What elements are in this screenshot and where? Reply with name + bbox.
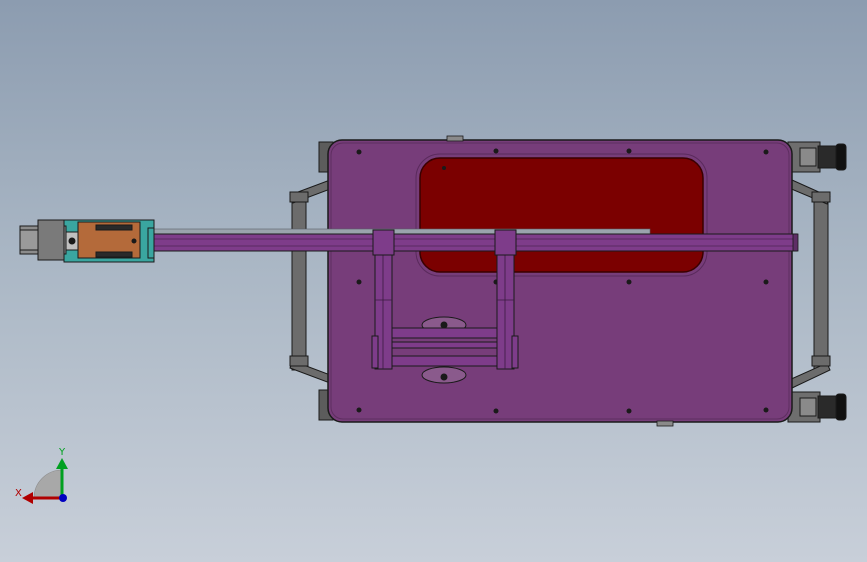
triad-xy-plane — [33, 469, 63, 499]
bolt — [493, 148, 499, 154]
rail-end-cap — [792, 233, 799, 252]
left-leg-cap-bottom — [289, 355, 309, 367]
gripper-screw — [68, 237, 76, 245]
rail-clamp-left — [372, 229, 395, 256]
y-axis-arrowhead-icon — [56, 458, 68, 469]
left-leg — [291, 197, 307, 371]
gripper-screw — [131, 238, 137, 244]
left-leg-cap-top — [289, 191, 309, 203]
caster-mount-bottom-right — [799, 397, 817, 417]
cad-viewport[interactable]: Y X — [0, 0, 867, 562]
cad-drawing: Y X — [15, 135, 847, 504]
caster-top-right — [817, 145, 839, 169]
bracket-crossbar-bottom — [391, 355, 498, 367]
plate-tab-top — [446, 135, 464, 142]
bolt — [763, 149, 769, 155]
rail-body — [93, 233, 798, 252]
right-leg-cap-bottom — [811, 355, 831, 367]
bolt — [356, 149, 362, 155]
z-axis-dot-icon — [59, 494, 67, 502]
bolt — [493, 408, 499, 414]
gripper-jaw-bottom — [95, 251, 133, 258]
plate-tab-bottom — [656, 420, 674, 427]
caster-mount-top-right — [799, 147, 817, 167]
rotary-hub — [440, 321, 448, 329]
bolt — [356, 407, 362, 413]
right-leg-cap-top — [811, 191, 831, 203]
right-lower-brace — [788, 362, 831, 389]
rail-clamp-right — [494, 229, 517, 256]
gripper-assembly — [19, 219, 155, 263]
bracket-foot-right — [511, 335, 519, 369]
caster-bottom-right — [817, 395, 839, 419]
gripper-motor-cap — [19, 229, 39, 251]
bracket-foot-left — [371, 335, 379, 369]
rotary-hub — [440, 373, 448, 381]
coordinate-triad: Y X — [15, 447, 68, 504]
triad-y-label: Y — [58, 447, 66, 458]
right-leg — [813, 197, 829, 371]
bolt — [626, 148, 632, 154]
caster-wheel-top-right — [835, 143, 847, 171]
bolt — [763, 279, 769, 285]
bolt — [626, 279, 632, 285]
viewing-window — [419, 157, 704, 273]
bolt — [356, 279, 362, 285]
bolt — [626, 408, 632, 414]
caster-wheel-bottom-right — [835, 393, 847, 421]
x-axis-arrowhead-icon — [22, 492, 33, 504]
bolt — [763, 407, 769, 413]
gripper-connector — [147, 227, 155, 259]
triad-x-label: X — [15, 488, 22, 499]
bolt — [442, 166, 446, 170]
bracket-crossbar-top — [391, 327, 498, 339]
gripper-jaw-top — [95, 224, 133, 231]
gripper-motor-body — [37, 219, 65, 261]
bracket-crossbar-mid — [391, 341, 498, 349]
